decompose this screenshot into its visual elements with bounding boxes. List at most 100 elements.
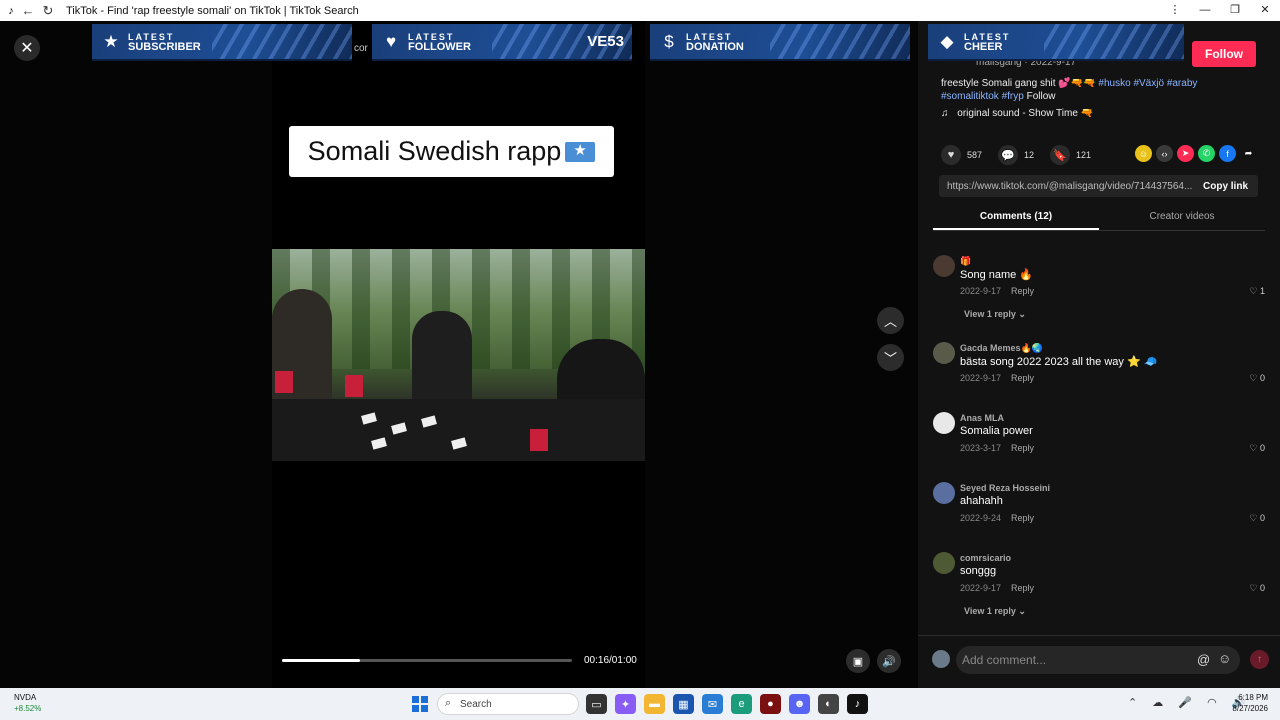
comment-user[interactable]: Anas MLA	[960, 413, 1004, 423]
comment-user[interactable]: Seyed Reza Hosseini	[960, 483, 1050, 493]
hashtag[interactable]: #fryp	[1002, 91, 1024, 102]
video-player[interactable]: Somali Swedish rapp 00:16/01:00	[272, 21, 645, 688]
maximize-icon[interactable]: ❐	[1220, 0, 1250, 21]
follow-button[interactable]: Follow	[1192, 41, 1256, 67]
page: ✕ Somali Swedish rapp 00:16/01:00 ︿ ﹀	[0, 21, 1280, 688]
comment-user[interactable]: Gacda Memes🔥🌏	[960, 343, 1043, 354]
save-button[interactable]: 🔖 121	[1050, 145, 1091, 165]
task-view-icon[interactable]: ▭	[586, 694, 607, 714]
window-controls: ⋮ — ❐ ✕	[1160, 0, 1280, 21]
reply-button[interactable]: Reply	[1011, 583, 1034, 593]
comment-text: bästa song 2022 2023 all the way ⭐ 🧢	[960, 356, 1158, 368]
reply-button[interactable]: Reply	[1011, 373, 1034, 383]
stock-widget[interactable]: NVDA +8.52%	[14, 692, 41, 714]
tiktok-icon[interactable]: ♪	[847, 694, 868, 714]
outlook-icon[interactable]: ✉	[702, 694, 723, 714]
sound-name: original sound - Show Time 🔫	[957, 108, 1094, 119]
discord-icon[interactable]: ☻	[789, 694, 810, 714]
sound-link[interactable]: ♫ original sound - Show Time 🔫	[941, 108, 1093, 119]
file-explorer-icon[interactable]: ▬	[644, 694, 665, 714]
app-icon[interactable]: ●	[760, 694, 781, 714]
store-icon[interactable]: ▦	[673, 694, 694, 714]
comment-like-button[interactable]: ♡ 0	[1249, 373, 1265, 384]
video-description: freestyle Somali gang shit 💕🔫🔫 #husko #V…	[941, 77, 1221, 103]
overlay-latest-subscriber: ★ LATEST SUBSCRIBER	[92, 24, 352, 61]
avatar[interactable]	[933, 255, 955, 277]
heart-outline-icon: ♡	[1249, 286, 1258, 296]
view-replies-button[interactable]: View 1 reply ⌄	[964, 309, 1026, 320]
description-text: freestyle Somali gang shit 💕🔫🔫	[941, 78, 1096, 89]
next-video-button[interactable]: ﹀	[877, 344, 904, 371]
reply-button[interactable]: Reply	[1011, 513, 1034, 523]
reload-icon[interactable]: ↻	[38, 3, 58, 19]
app-icon[interactable]: ◐	[818, 694, 839, 714]
comment-button[interactable]: 💬 12	[998, 145, 1034, 165]
hashtag[interactable]: #somalitiktok	[941, 91, 999, 102]
comment-item: Gacda Memes🔥🌏 bästa song 2022 2023 all t…	[933, 342, 1265, 392]
close-video-button[interactable]: ✕	[14, 35, 40, 61]
comment-like-button[interactable]: ♡ 1	[1249, 286, 1265, 297]
video-frame-cup	[275, 371, 293, 393]
coin-icon[interactable]: ☺	[1135, 145, 1152, 162]
banner-stripes	[212, 24, 352, 59]
description-follow-link[interactable]: Follow	[1027, 91, 1056, 102]
somalia-flag-icon	[565, 141, 596, 162]
comment-like-button[interactable]: ♡ 0	[1249, 583, 1265, 594]
taskbar-search[interactable]: ⌕ Search	[437, 693, 579, 715]
start-button[interactable]	[412, 696, 428, 712]
embed-icon[interactable]: ‹›	[1156, 145, 1173, 162]
reply-button[interactable]: Reply	[1011, 286, 1034, 296]
share-arrow-icon[interactable]: ➦	[1240, 145, 1257, 162]
heart-outline-icon: ♡	[1249, 513, 1258, 523]
volume-button[interactable]: 🔊	[877, 649, 901, 673]
volume-icon: 🔊	[882, 655, 896, 668]
comment-like-count: 0	[1259, 443, 1265, 453]
send-icon[interactable]: ➤	[1177, 145, 1194, 162]
clock[interactable]: 6:18 PM 8/27/2026	[1228, 692, 1268, 714]
pip-icon: ▣	[852, 655, 864, 668]
comment-like-button[interactable]: ♡ 0	[1249, 513, 1265, 524]
hashtag[interactable]: #husko	[1098, 78, 1130, 89]
like-button[interactable]: ♥ 587	[941, 145, 982, 165]
video-progress-fill	[282, 659, 361, 662]
comment-date: 2022-9-17	[960, 286, 1002, 296]
video-url[interactable]: https://www.tiktok.com/@malisgang/video/…	[947, 181, 1195, 192]
copy-link-button[interactable]: Copy link	[1203, 181, 1248, 192]
edge-icon[interactable]: e	[731, 694, 752, 714]
banner-line2: DONATION	[686, 40, 744, 53]
comment-user[interactable]: comrsicario	[960, 553, 1011, 563]
floating-player-button[interactable]: ▣	[846, 649, 870, 673]
avatar[interactable]	[933, 482, 955, 504]
minimize-icon[interactable]: —	[1190, 0, 1220, 21]
copilot-icon[interactable]: ✦	[615, 694, 636, 714]
video-time: 00:16/01:00	[584, 655, 637, 666]
tab-comments[interactable]: Comments (12)	[933, 207, 1099, 230]
more-icon[interactable]: ⋮	[1160, 0, 1190, 21]
heart-outline-icon: ♡	[1249, 583, 1258, 593]
comment-like-button[interactable]: ♡ 0	[1249, 443, 1265, 454]
video-progress-bar[interactable]	[282, 659, 572, 662]
comment-item: comrsicario songgg 2022-9-17 Reply ♡ 0 Vi…	[933, 552, 1265, 622]
previous-video-button[interactable]: ︿	[877, 307, 904, 334]
reply-button[interactable]: Reply	[1011, 443, 1034, 453]
facebook-icon[interactable]: f	[1219, 145, 1236, 162]
post-comment-button[interactable]: ↑	[1250, 650, 1269, 669]
comment-user[interactable]: 🎁	[960, 256, 971, 267]
mention-icon[interactable]: @	[1197, 652, 1210, 667]
avatar[interactable]	[933, 552, 955, 574]
hashtag[interactable]: #Växjö	[1133, 78, 1164, 89]
back-icon[interactable]: ←	[18, 3, 38, 18]
whatsapp-icon[interactable]: ✆	[1198, 145, 1215, 162]
banner-line2: CHEER	[964, 40, 1003, 53]
tab-creator-videos[interactable]: Creator videos	[1099, 207, 1265, 230]
avatar[interactable]	[933, 342, 955, 364]
diamond-icon: ◆	[940, 31, 954, 51]
banner-line1: LATEST	[408, 31, 455, 42]
avatar[interactable]	[933, 412, 955, 434]
overlay-latest-donation: $ LATEST DONATION	[650, 24, 910, 61]
close-window-icon[interactable]: ✕	[1250, 0, 1280, 21]
view-replies-button[interactable]: View 1 reply ⌄	[964, 606, 1026, 617]
details-panel: malisgang · 2022-9-17 Follow freestyle S…	[918, 21, 1280, 688]
emoji-icon[interactable]: ☺	[1218, 651, 1231, 666]
hashtag[interactable]: #araby	[1167, 78, 1198, 89]
